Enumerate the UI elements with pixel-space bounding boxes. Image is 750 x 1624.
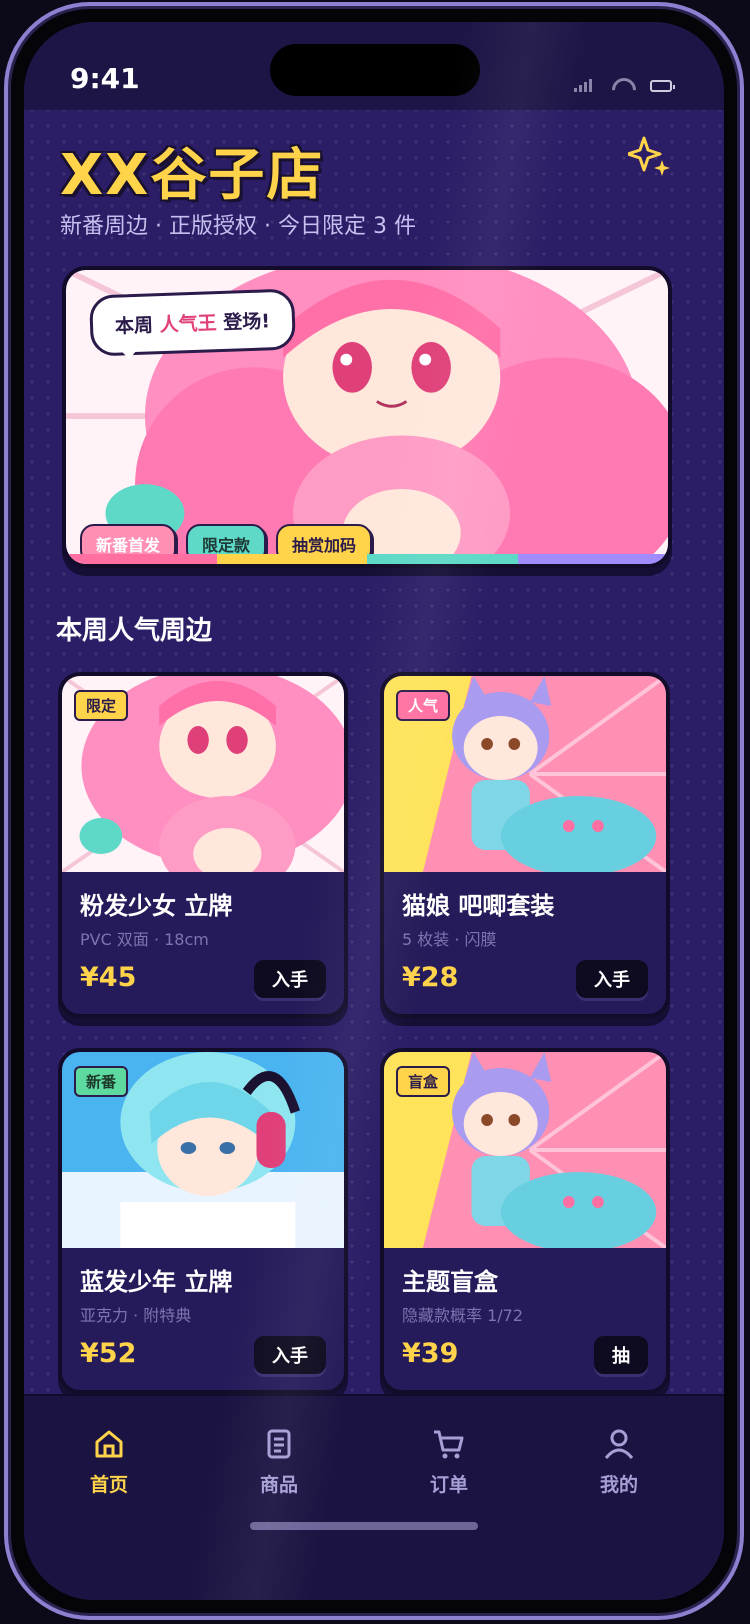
buy-button[interactable]: 入手: [254, 1336, 326, 1374]
hero-banner[interactable]: 本周 人气王 登场! 新番首发 限定款 抽赏加码: [62, 266, 672, 568]
home-icon: [95, 1430, 123, 1458]
phone-frame: 9:41 XX谷子店 新番周边 · 正版授权 · 今日限定 3 件 本周 人气王…: [4, 2, 744, 1620]
list-icon: [267, 1429, 291, 1459]
product-card[interactable]: 人气 猫娘 吧唧套装 5 枚装 · 闪膜 ¥28 入手: [380, 672, 670, 1018]
wifi-icon: [612, 78, 630, 92]
cart-icon: [434, 1430, 464, 1459]
status-bar: 9:41: [24, 22, 724, 110]
product-tag: 盲盒: [396, 1066, 451, 1097]
product-name: 猫娘 吧唧套装: [402, 892, 555, 920]
section-title: 本周人气周边: [56, 616, 213, 646]
home-indicator[interactable]: [250, 1522, 478, 1530]
tab-profile[interactable]: 我的: [564, 1426, 674, 1497]
product-card[interactable]: 盲盒 主题盲盒 隐藏款概率 1/72 ¥39 抽: [380, 1048, 670, 1394]
draw-button[interactable]: 抽: [594, 1336, 648, 1374]
dynamic-island: [270, 44, 480, 96]
tab-orders[interactable]: 订单: [394, 1426, 504, 1497]
product-name: 粉发少女 立牌: [80, 892, 233, 920]
status-time: 9:41: [70, 62, 140, 95]
banner-speech-bubble: 本周 人气王 登场!: [88, 288, 296, 357]
store-subtitle: 新番周边 · 正版授权 · 今日限定 3 件: [60, 214, 416, 239]
product-price: ¥39: [402, 1338, 459, 1369]
product-price: ¥52: [80, 1338, 137, 1369]
product-price: ¥28: [402, 962, 459, 993]
product-spec: PVC 双面 · 18cm: [80, 930, 209, 949]
tab-products[interactable]: 商品: [224, 1426, 334, 1497]
tab-label: 首页: [89, 1474, 128, 1496]
tab-label: 我的: [599, 1474, 638, 1496]
tab-label: 商品: [259, 1474, 298, 1496]
bottom-tab-bar: 首页 商品 订单 我的: [24, 1394, 724, 1600]
sparkle-icon[interactable]: [628, 134, 672, 178]
bubble-suffix: 登场!: [216, 310, 271, 335]
app-screen: 9:41 XX谷子店 新番周边 · 正版授权 · 今日限定 3 件 本周 人气王…: [24, 22, 724, 1600]
product-spec: 5 枚装 · 闪膜: [402, 930, 497, 949]
bubble-highlight: 人气王: [159, 312, 218, 337]
buy-button[interactable]: 入手: [254, 960, 326, 998]
product-tag: 人气: [396, 690, 451, 721]
product-card[interactable]: 限定 粉发少女 立牌 PVC 双面 · 18cm ¥45 入手: [58, 672, 348, 1018]
product-spec: 亚克力 · 附特典: [80, 1306, 192, 1325]
signal-icon: [574, 79, 592, 92]
buy-button[interactable]: 入手: [576, 960, 648, 998]
product-card[interactable]: 新番 蓝发少年 立牌 亚克力 · 附特典 ¥52 入手: [58, 1048, 348, 1394]
product-name: 蓝发少年 立牌: [80, 1268, 233, 1296]
bubble-prefix: 本周: [114, 314, 161, 338]
product-price: ¥45: [80, 962, 137, 993]
banner-stripe: [66, 554, 668, 564]
tab-label: 订单: [429, 1474, 468, 1496]
product-tag: 限定: [74, 690, 129, 721]
battery-icon: [650, 80, 675, 92]
store-title: XX谷子店: [60, 143, 325, 208]
product-spec: 隐藏款概率 1/72: [402, 1306, 524, 1325]
system-icons: [574, 78, 675, 92]
tab-home[interactable]: 首页: [54, 1426, 164, 1497]
product-name: 主题盲盒: [402, 1268, 498, 1296]
product-tag: 新番: [74, 1066, 129, 1097]
user-icon: [604, 1429, 634, 1459]
